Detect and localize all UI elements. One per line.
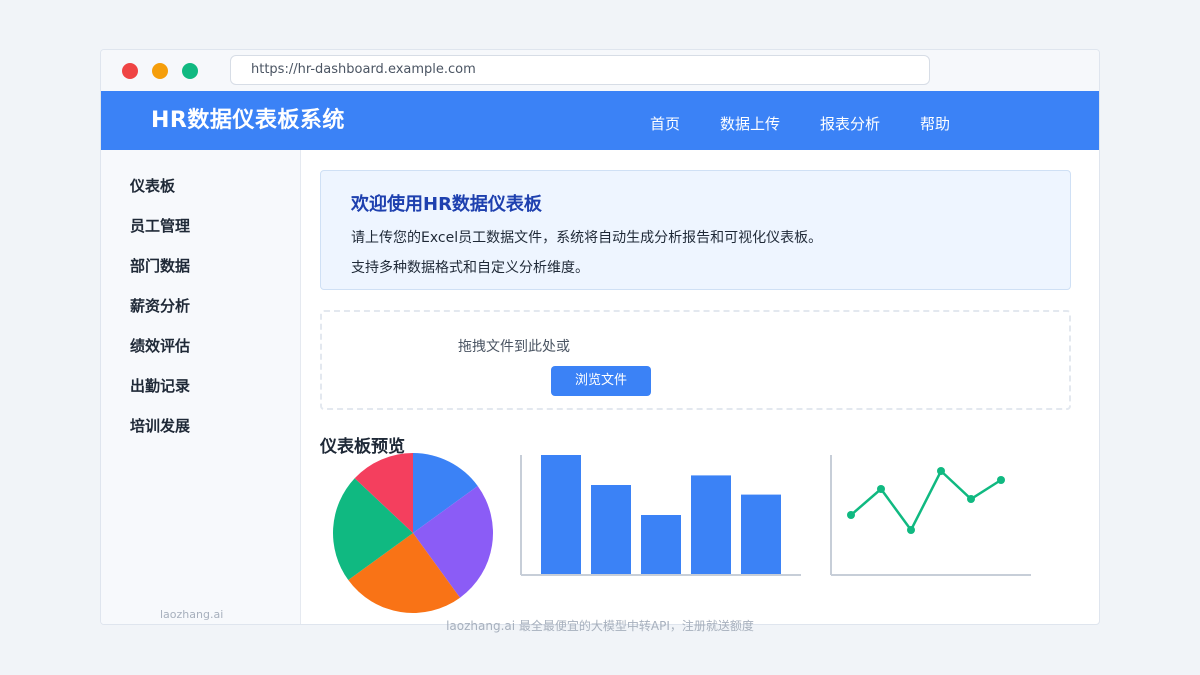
nav-report-analysis[interactable]: 报表分析 (820, 91, 880, 157)
file-dropzone[interactable]: 拖拽文件到此处或 浏览文件 (320, 310, 1071, 410)
line-point (997, 476, 1005, 484)
bar (591, 485, 631, 575)
sidebar-item-training[interactable]: 培训发展 (130, 415, 190, 436)
sidebar: 仪表板 员工管理 部门数据 薪资分析 绩效评估 出勤记录 培训发展 laozha… (101, 150, 301, 624)
bar-chart (520, 455, 801, 576)
sidebar-item-employees[interactable]: 员工管理 (130, 215, 190, 236)
bar (641, 515, 681, 575)
maximize-window-button[interactable] (182, 63, 198, 79)
top-navbar: HR数据仪表板系统 首页 数据上传 报表分析 帮助 (101, 91, 1099, 150)
footer-watermark: laozhang.ai 最全最便宜的大模型中转API，注册就送额度 (446, 619, 754, 633)
line-point (967, 495, 975, 503)
app-title: HR数据仪表板系统 (151, 108, 345, 133)
sidebar-item-performance[interactable]: 绩效评估 (130, 335, 190, 356)
close-window-button[interactable] (122, 63, 138, 79)
sidebar-item-departments[interactable]: 部门数据 (130, 255, 190, 276)
line-chart (830, 455, 1031, 576)
line-series (850, 468, 1002, 533)
sidebar-item-salary[interactable]: 薪资分析 (130, 295, 190, 316)
nav-data-upload[interactable]: 数据上传 (720, 91, 780, 157)
browser-chrome: https://hr-dashboard.example.com (101, 50, 1099, 92)
line-point (847, 511, 855, 519)
welcome-title: 欢迎使用HR数据仪表板 (351, 194, 542, 215)
welcome-text-2: 支持多种数据格式和自定义分析维度。 (351, 260, 589, 276)
pie-chart (333, 453, 493, 613)
minimize-window-button[interactable] (152, 63, 168, 79)
sidebar-item-dashboard[interactable]: 仪表板 (130, 175, 175, 196)
address-bar[interactable]: https://hr-dashboard.example.com (230, 55, 930, 85)
browser-window: https://hr-dashboard.example.com HR数据仪表板… (100, 49, 1100, 625)
line-point (907, 526, 915, 534)
browse-files-button[interactable]: 浏览文件 (551, 366, 651, 396)
nav-help[interactable]: 帮助 (920, 91, 950, 157)
bar (691, 475, 731, 575)
welcome-card: 欢迎使用HR数据仪表板 请上传您的Excel员工数据文件，系统将自动生成分析报告… (320, 170, 1071, 290)
line-point (937, 467, 945, 475)
sidebar-item-attendance[interactable]: 出勤记录 (130, 375, 190, 396)
nav-home[interactable]: 首页 (650, 91, 680, 157)
dropzone-prompt: 拖拽文件到此处或 (458, 339, 570, 355)
line-point (877, 485, 885, 493)
bar (541, 455, 581, 575)
welcome-text-1: 请上传您的Excel员工数据文件，系统将自动生成分析报告和可视化仪表板。 (351, 230, 823, 246)
bar (741, 494, 781, 575)
